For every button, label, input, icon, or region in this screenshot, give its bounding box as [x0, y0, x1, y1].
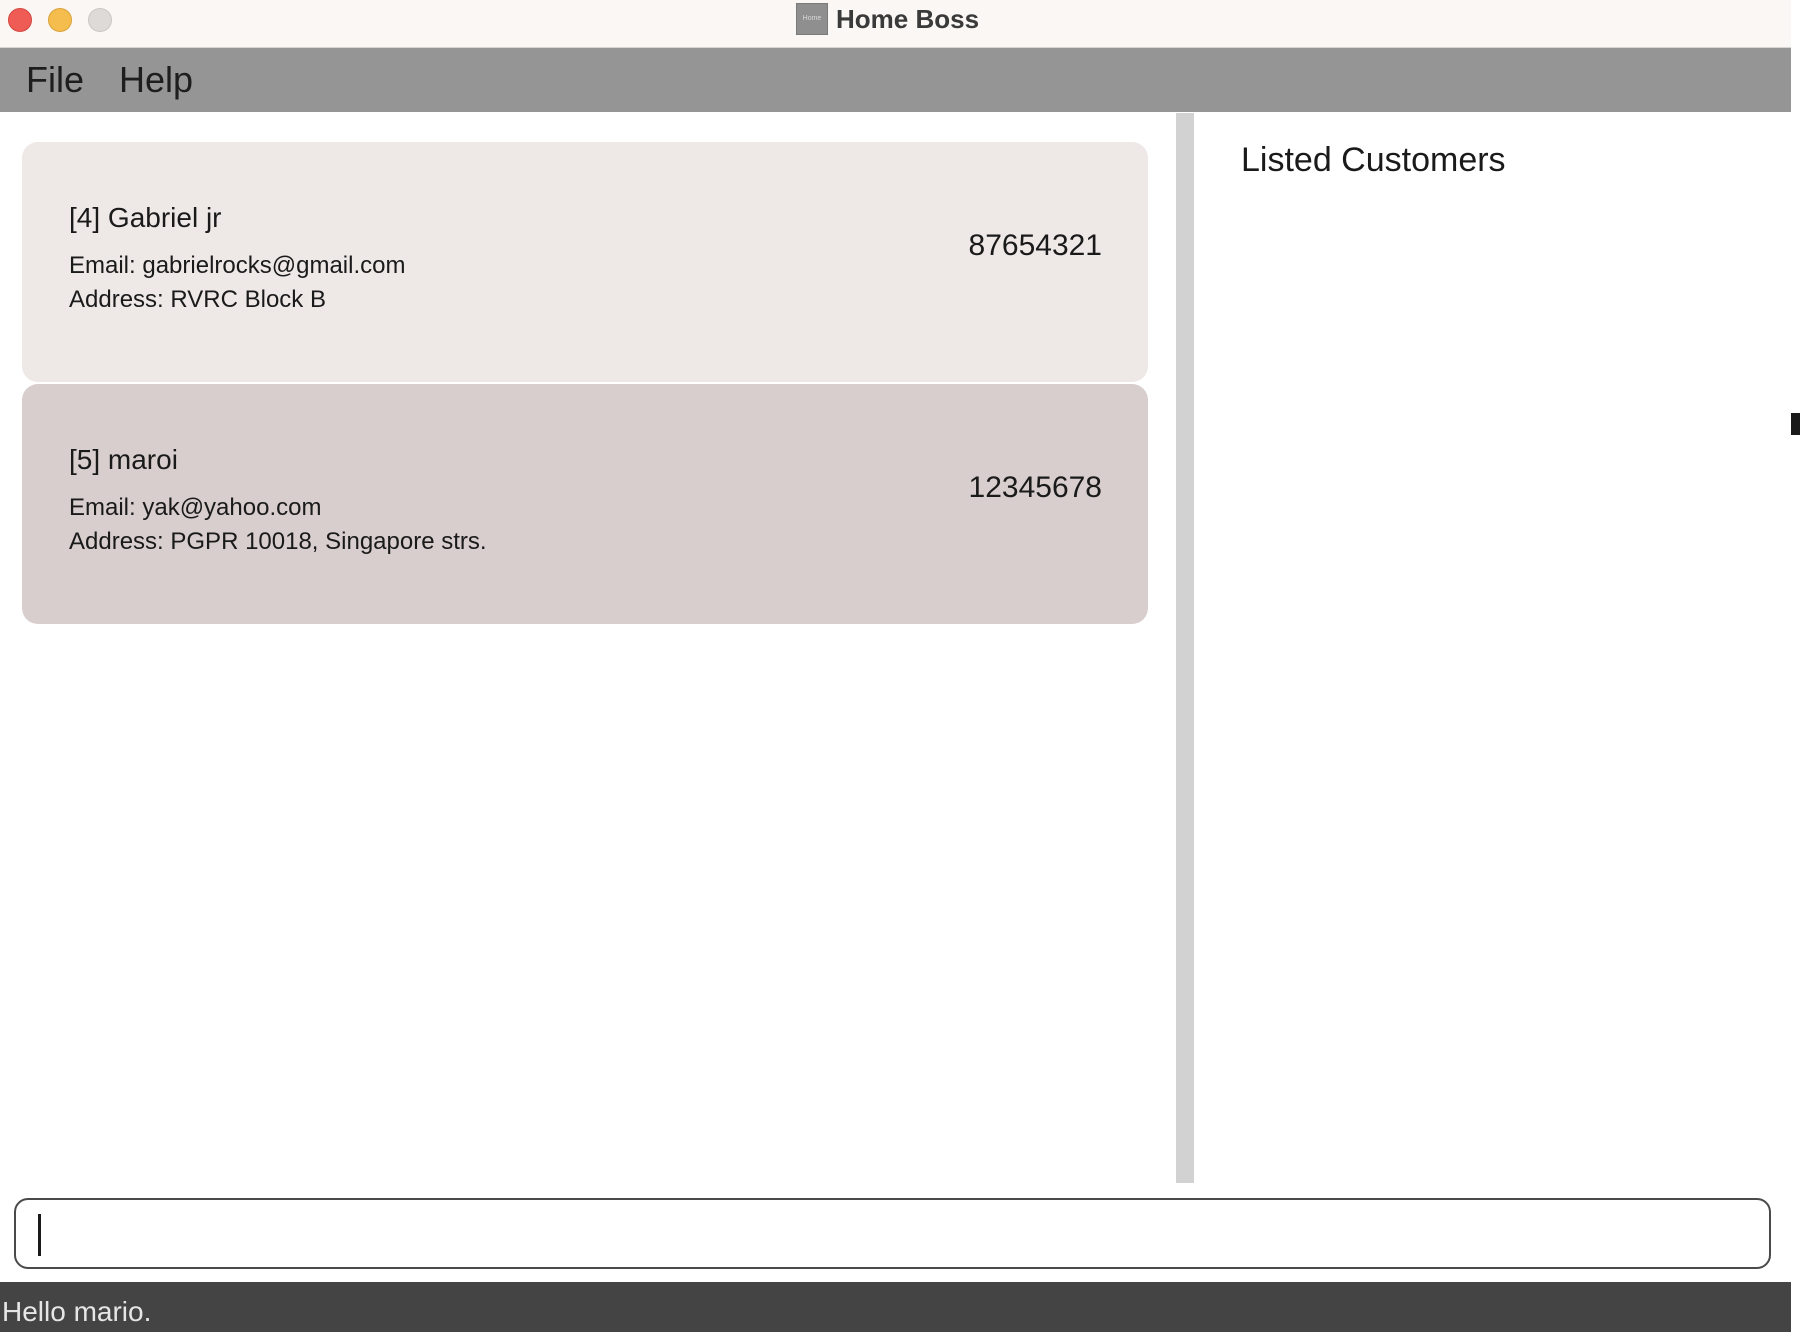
- customer-address: Address: RVRC Block B: [69, 286, 326, 313]
- command-box: [14, 1198, 1771, 1269]
- customer-name: [4] Gabriel jr: [69, 202, 222, 233]
- window-edge: [1791, 0, 1800, 1332]
- minimize-window-button[interactable]: [48, 8, 72, 32]
- split-pane-divider[interactable]: [1176, 113, 1194, 1183]
- menu-file[interactable]: File: [26, 48, 84, 112]
- customer-card[interactable]: [4] Gabriel jr Email: gabrielrocks@gmail…: [22, 142, 1148, 382]
- customer-address: Address: PGPR 10018, Singapore strs.: [69, 528, 487, 555]
- command-input[interactable]: [34, 1210, 1749, 1257]
- window-title: Home Boss: [836, 4, 980, 34]
- customer-card[interactable]: [5] maroi Email: yak@yahoo.com Address: …: [22, 384, 1148, 624]
- menu-bar: File Help: [0, 48, 1791, 112]
- app-icon: Home: [796, 3, 828, 35]
- customer-list-panel[interactable]: [4] Gabriel jr Email: gabrielrocks@gmail…: [0, 113, 1176, 1183]
- customer-phone: 87654321: [968, 229, 1102, 262]
- maximize-window-button[interactable]: [88, 8, 112, 32]
- customer-name: [5] maroi: [69, 444, 178, 475]
- customer-email: Email: gabrielrocks@gmail.com: [69, 252, 406, 279]
- status-message: Hello mario.: [2, 1296, 152, 1327]
- text-cursor: [38, 1214, 41, 1256]
- title-bar: Home Home Boss: [0, 0, 1791, 48]
- menu-help[interactable]: Help: [119, 48, 193, 112]
- result-panel: Listed Customers: [1194, 113, 1791, 1183]
- result-panel-title: Listed Customers: [1241, 141, 1506, 179]
- status-bar: Hello mario.: [0, 1282, 1791, 1332]
- customer-email: Email: yak@yahoo.com: [69, 494, 322, 521]
- customer-phone: 12345678: [968, 471, 1102, 504]
- close-window-button[interactable]: [8, 8, 32, 32]
- resize-handle[interactable]: [1791, 413, 1800, 435]
